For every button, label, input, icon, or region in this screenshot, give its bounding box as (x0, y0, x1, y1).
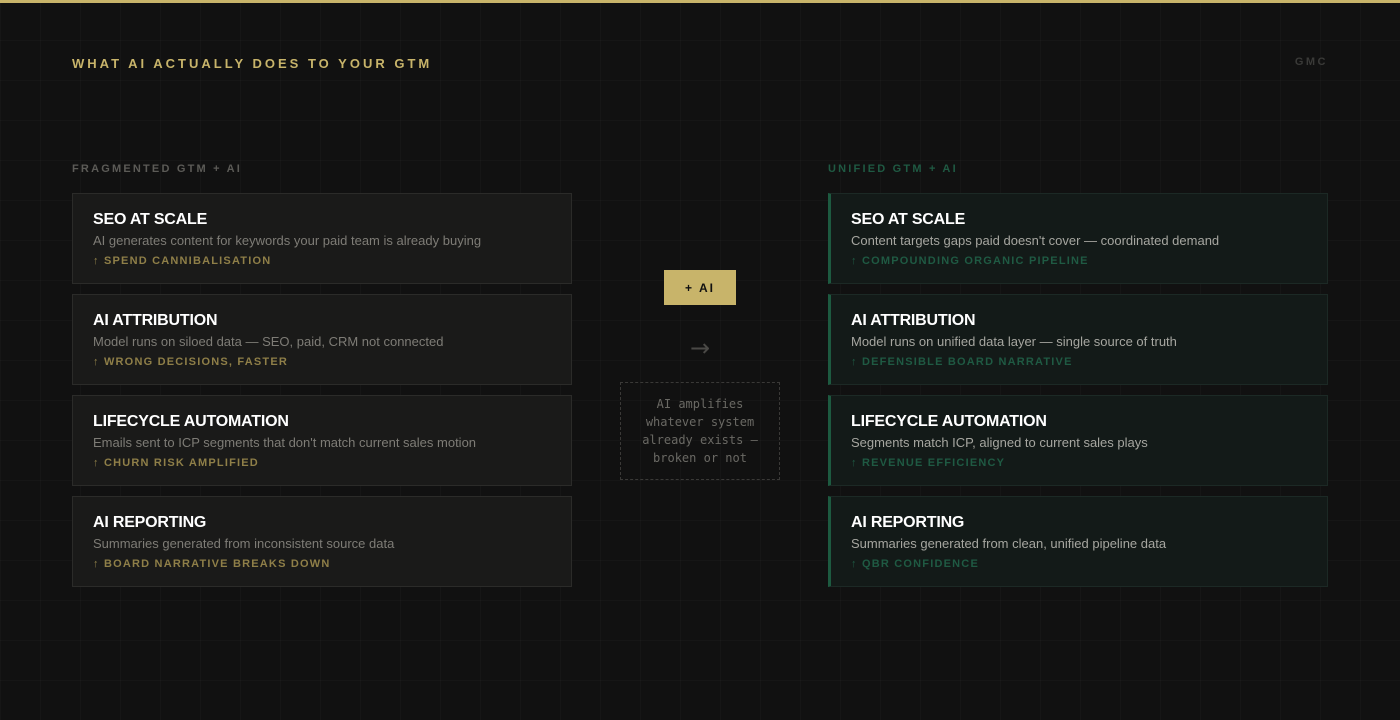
card-outcome-tag: ↑ CHURN RISK AMPLIFIED (93, 457, 259, 469)
card-title: AI REPORTING (851, 514, 965, 531)
card-outcome-tag: ↑ DEFENSIBLE BOARD NARRATIVE (851, 356, 1073, 368)
card-description: Segments match ICP, aligned to current s… (851, 435, 1148, 450)
unified-card-reporting: AI REPORTING Summaries generated from cl… (828, 496, 1328, 587)
card-title: AI ATTRIBUTION (93, 312, 218, 329)
card-description: AI generates content for keywords your p… (93, 233, 482, 248)
ai-badge: + AI (664, 270, 736, 305)
card-title: SEO AT SCALE (851, 211, 966, 228)
card-title: AI ATTRIBUTION (851, 312, 976, 329)
card-outcome-tag: ↑ WRONG DECISIONS, FASTER (93, 356, 289, 368)
card-description: Summaries generated from inconsistent so… (93, 536, 395, 551)
arrow-right-icon: → (689, 334, 711, 362)
card-description: Content targets gaps paid doesn't cover … (851, 233, 1220, 248)
top-accent-bar (0, 0, 1400, 3)
card-description: Summaries generated from clean, unified … (851, 536, 1167, 551)
brand-mark: GMC (1294, 56, 1328, 68)
fragmented-card-seo: SEO AT SCALE AI generates content for ke… (72, 193, 572, 284)
unified-column: UNIFIED GTM + AI SEO AT SCALE Content ta… (828, 163, 1328, 597)
card-outcome-tag: ↑ BOARD NARRATIVE BREAKS DOWN (93, 558, 331, 570)
card-title: LIFECYCLE AUTOMATION (851, 413, 1047, 430)
card-outcome-tag: ↑ QBR CONFIDENCE (851, 558, 979, 570)
unified-card-attribution: AI ATTRIBUTION Model runs on unified dat… (828, 294, 1328, 385)
card-description: Model runs on siloed data — SEO, paid, C… (93, 334, 444, 349)
unified-card-lifecycle: LIFECYCLE AUTOMATION Segments match ICP,… (828, 395, 1328, 486)
card-title: SEO AT SCALE (93, 211, 208, 228)
card-title: LIFECYCLE AUTOMATION (93, 413, 289, 430)
card-outcome-tag: ↑ SPEND CANNIBALISATION (93, 255, 272, 267)
page-title: WHAT AI ACTUALLY DOES TO YOUR GTM (72, 56, 433, 71)
card-outcome-tag: ↑ COMPOUNDING ORGANIC PIPELINE (851, 255, 1089, 267)
fragmented-column-label: FRAGMENTED GTM + AI (72, 163, 243, 175)
fragmented-card-reporting: AI REPORTING Summaries generated from in… (72, 496, 572, 587)
unified-card-seo: SEO AT SCALE Content targets gaps paid d… (828, 193, 1328, 284)
fragmented-column: FRAGMENTED GTM + AI SEO AT SCALE AI gene… (72, 163, 572, 597)
card-description: Emails sent to ICP segments that don't m… (93, 435, 477, 450)
fragmented-card-attribution: AI ATTRIBUTION Model runs on siloed data… (72, 294, 572, 385)
card-outcome-tag: ↑ REVENUE EFFICIENCY (851, 457, 1006, 469)
card-title: AI REPORTING (93, 514, 207, 531)
amplify-note: AI amplifies whatever system already exi… (620, 382, 780, 480)
fragmented-card-lifecycle: LIFECYCLE AUTOMATION Emails sent to ICP … (72, 395, 572, 486)
card-description: Model runs on unified data layer — singl… (851, 334, 1177, 349)
unified-column-label: UNIFIED GTM + AI (828, 163, 958, 175)
